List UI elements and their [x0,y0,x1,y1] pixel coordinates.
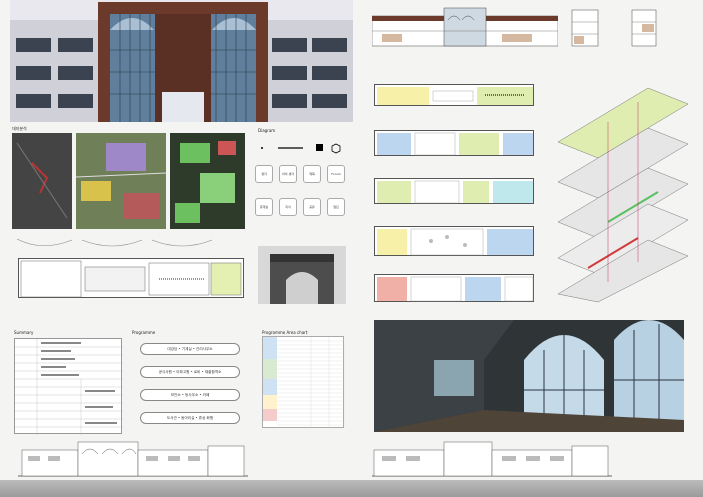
site-map-dark [12,133,72,229]
diagram-icon-6: 지식 [279,198,297,216]
diagram-icon-2: 아이 생각 [279,165,297,183]
summary-title: Summary [14,330,34,335]
diagram-title: Diagram [258,128,276,133]
floor-plan-4 [374,130,534,156]
floor-plan-2 [374,226,534,256]
diagram-icon-4: Forum [327,165,345,183]
floor-plan-3 [374,178,534,204]
floor-plan-1 [374,274,534,302]
floor-plan-5 [374,84,534,106]
programme-item-3: 보안소 • 등사무소 • 카페 [140,389,240,401]
programme-title: Programme [132,330,156,335]
site-plan-arrows [12,234,242,254]
exploded-axonometric [548,82,698,304]
diagram-icon-3: 제목 [303,165,321,183]
summary-table [14,338,123,435]
site-map-color-2 [170,133,245,229]
programme-item-4: 도서관 • 동아리실 • 휴상 화원 [140,412,240,424]
interior-render [374,320,684,432]
diagram-icon-7: 공유 [303,198,321,216]
diagram-icon-1: 생각 [255,165,273,183]
area-chart-title: Programme Area chart [262,330,308,335]
ground-floor-plan [18,258,244,298]
cross-section-1 [570,6,600,48]
programme-item-2: 공식사원 • 아파고원 • 로비 • 제출합격소 [140,366,240,378]
programme-item-1: 대강당 • 기계실 • 관리사무소 [140,343,240,355]
left-elevation [18,440,248,478]
site-map-color-1 [75,133,167,229]
cross-section-2 [630,6,658,48]
diagram-symbols [258,140,353,154]
site-analysis-title: 대지분석 [12,126,27,131]
arch-photo [258,246,346,304]
ground-strip [0,480,703,497]
area-chart-table [262,336,345,429]
right-elevation [372,440,612,478]
long-section [371,6,559,48]
diagram-icon-8: 열린 [327,198,345,216]
facade-render [10,0,353,122]
diagram-icon-5: 휴게실 [255,198,273,216]
